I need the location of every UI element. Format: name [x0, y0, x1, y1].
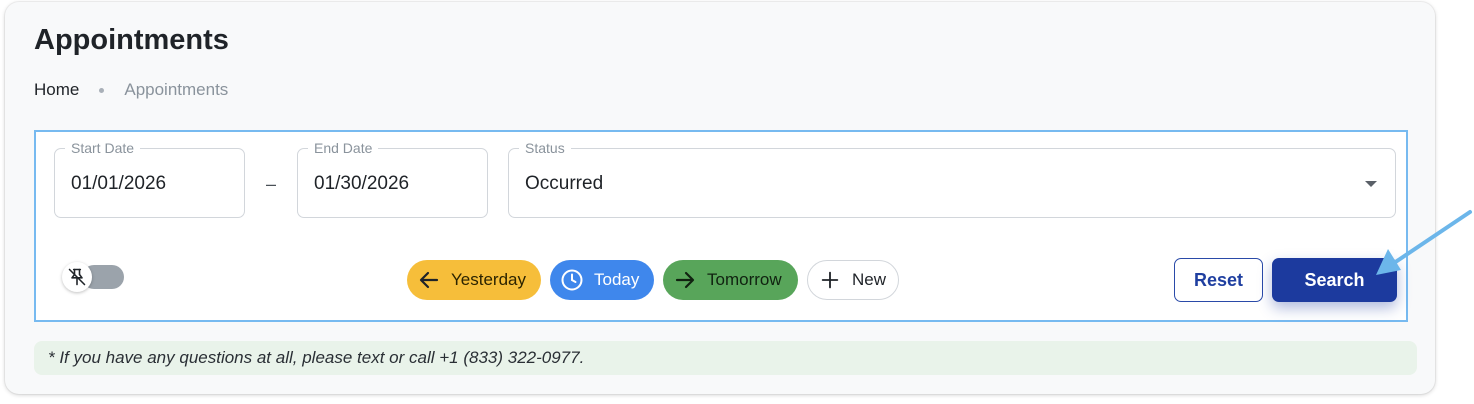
today-chip[interactable]: Today: [550, 260, 654, 300]
reset-button[interactable]: Reset: [1174, 258, 1263, 302]
status-value: Occurred: [525, 173, 604, 194]
breadcrumb-separator: [99, 87, 105, 93]
pin-off-icon: [68, 268, 86, 286]
end-date-value: 01/30/2026: [314, 173, 410, 194]
plus-icon: [818, 268, 842, 292]
search-button[interactable]: Search: [1272, 258, 1397, 302]
new-label: New: [852, 270, 887, 289]
yesterday-chip[interactable]: Yesterday: [407, 260, 541, 300]
arrow-left-icon: [417, 268, 441, 292]
breadcrumb-home[interactable]: Home: [34, 80, 79, 100]
breadcrumb-current: Appointments: [124, 80, 229, 99]
yesterday-label: Yesterday: [451, 270, 526, 289]
clock-icon: [560, 268, 584, 292]
filter-panel: Start Date 01/01/2026 – End Date 01/30/2…: [34, 130, 1408, 322]
tomorrow-label: Tomorrow: [707, 270, 782, 289]
toggle-knob: [62, 262, 92, 292]
status-label: Status: [519, 140, 571, 156]
pin-toggle[interactable]: [62, 262, 124, 292]
tomorrow-chip[interactable]: Tomorrow: [663, 260, 798, 300]
arrow-right-icon: [673, 268, 697, 292]
date-range-separator: –: [266, 174, 277, 194]
status-select[interactable]: Status Occurred: [508, 140, 1396, 218]
help-note: * If you have any questions at all, plea…: [34, 341, 1417, 375]
start-date-field[interactable]: Start Date 01/01/2026: [54, 140, 245, 218]
end-date-label: End Date: [308, 140, 379, 156]
today-label: Today: [594, 270, 640, 289]
chevron-down-icon[interactable]: [1365, 181, 1377, 187]
page-title: Appointments: [34, 24, 229, 56]
start-date-value: 01/01/2026: [71, 173, 167, 194]
new-chip[interactable]: New: [807, 260, 899, 300]
start-date-label: Start Date: [65, 140, 141, 156]
breadcrumb: Home Appointments: [34, 79, 228, 101]
end-date-field[interactable]: End Date 01/30/2026: [297, 140, 488, 218]
